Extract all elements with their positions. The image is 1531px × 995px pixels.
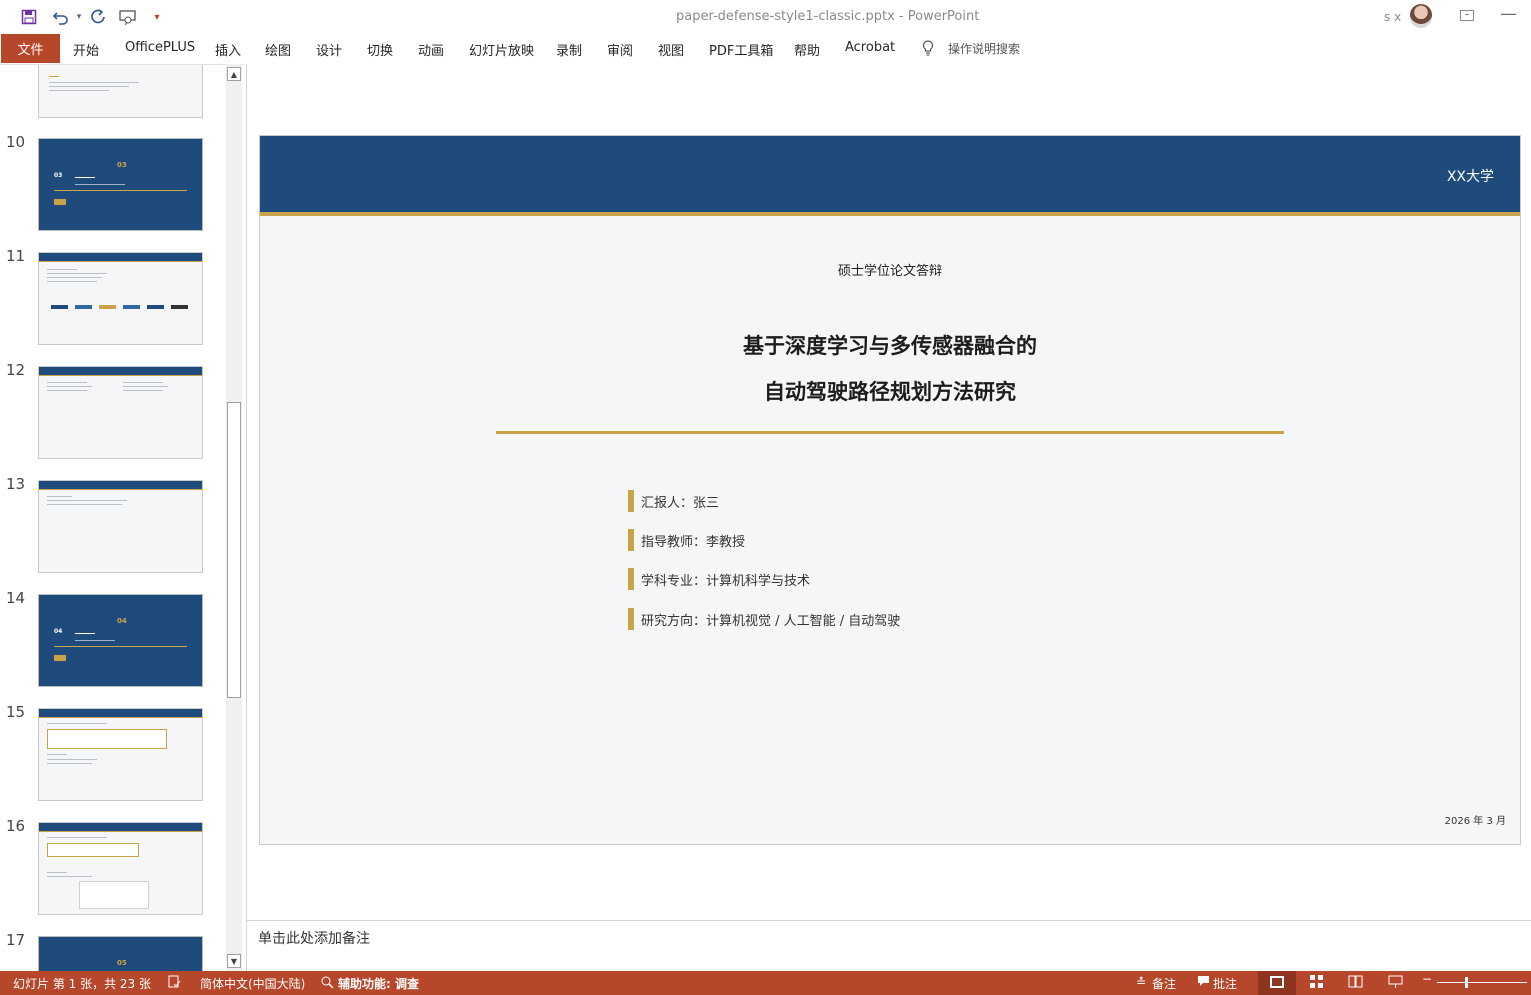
tab-record[interactable]: 录制 (556, 40, 582, 59)
info-accent-bar (628, 608, 634, 630)
slide-number: 15 (6, 703, 26, 721)
title-bar: ▾ ▾ paper-defense-style1-classic.pptx - … (0, 0, 1531, 34)
notes-toggle-icon[interactable]: ≛ (1136, 975, 1146, 989)
slide-date[interactable]: 2026 年 3 月 (1445, 812, 1506, 827)
normal-view-icon (1270, 976, 1284, 988)
university-name[interactable]: XX大学 (1447, 166, 1494, 186)
tab-animations[interactable]: 动画 (418, 40, 444, 59)
zoom-slider-handle[interactable] (1465, 977, 1468, 988)
slide-number: 16 (6, 817, 26, 835)
present-from-start-icon[interactable] (117, 6, 139, 28)
info-text: 指导教师：李教授 (641, 534, 746, 550)
ribbon-display-options-icon[interactable] (1460, 10, 1474, 21)
slide-thumbnail-pane: 10 03 03 11 12 13 14 04 04 15 16 17 05 (0, 64, 244, 971)
notes-placeholder[interactable]: 单击此处添加备注 (258, 928, 370, 948)
avatar[interactable] (1410, 4, 1432, 28)
tab-insert[interactable]: 插入 (215, 40, 241, 59)
title-divider-line (496, 431, 1284, 434)
tab-help[interactable]: 帮助 (794, 40, 820, 59)
current-slide[interactable]: XX大学 硕士学位论文答辩 基于深度学习与多传感器融合的 自动驾驶路径规划方法研… (259, 135, 1521, 845)
slide-number: 13 (6, 475, 26, 493)
section-number: 03 (54, 172, 63, 179)
slide-counter[interactable]: 幻灯片 第 1 张，共 23 张 (13, 975, 151, 992)
info-item-advisor[interactable]: 指导教师：李教授 (628, 529, 745, 551)
slide-number: 17 (6, 931, 26, 949)
slide-thumbnail[interactable] (38, 252, 203, 345)
info-item-major[interactable]: 学科专业：计算机科学与技术 (628, 568, 810, 590)
save-icon[interactable] (18, 6, 40, 28)
slide-header-band: XX大学 (260, 136, 1520, 216)
slide-thumbnail[interactable] (38, 65, 203, 118)
info-text: 学科专业：计算机科学与技术 (641, 573, 811, 589)
spellcheck-icon[interactable] (168, 975, 182, 992)
minimize-icon[interactable]: — (1500, 4, 1517, 24)
scroll-thumb[interactable] (227, 402, 241, 698)
tab-transitions[interactable]: 切换 (367, 40, 393, 59)
scroll-up-icon[interactable]: ▲ (227, 67, 241, 81)
status-bar: 幻灯片 第 1 张，共 23 张 简体中文(中国大陆) 辅助功能: 调查 ≛ 备… (0, 971, 1531, 995)
slide-thumbnail[interactable]: 05 (38, 936, 203, 971)
document-title: paper-defense-style1-classic.pptx - Powe… (676, 9, 980, 24)
comments-button[interactable]: 批注 (1213, 975, 1237, 992)
thumbnail-scrollbar[interactable]: ▲ ▼ (226, 64, 242, 971)
section-number: 03 (117, 161, 127, 169)
slide-title-line-1[interactable]: 基于深度学习与多传感器融合的 (260, 330, 1520, 360)
slideshow-view-icon[interactable] (1388, 974, 1403, 992)
accessibility-icon[interactable] (320, 975, 334, 992)
redo-icon[interactable] (87, 6, 109, 28)
tab-pdf-toolbox[interactable]: PDF工具箱 (709, 40, 773, 59)
tab-file[interactable]: 文件 (1, 34, 60, 63)
tab-review[interactable]: 审阅 (607, 40, 633, 59)
user-name[interactable]: s x (1384, 10, 1401, 24)
customize-qat-icon[interactable]: ▾ (146, 6, 168, 28)
slide-thumbnail[interactable]: 04 04 (38, 594, 203, 687)
slide-number: 11 (6, 247, 26, 265)
zoom-slider[interactable] (1437, 982, 1527, 983)
section-number: 04 (117, 617, 127, 625)
tell-me-search[interactable]: 操作说明搜索 (948, 40, 1020, 57)
info-accent-bar (628, 529, 634, 551)
slide-sorter-view-icon[interactable] (1309, 974, 1324, 992)
info-item-presenter[interactable]: 汇报人：张三 (628, 490, 719, 512)
tab-design[interactable]: 设计 (316, 40, 342, 59)
info-text: 研究方向：计算机视觉 / 人工智能 / 自动驾驶 (641, 613, 901, 629)
section-number: 04 (54, 628, 63, 635)
language-indicator[interactable]: 简体中文(中国大陆) (200, 975, 305, 992)
scroll-down-icon[interactable]: ▼ (227, 954, 241, 968)
info-accent-bar (628, 490, 634, 512)
tab-slideshow[interactable]: 幻灯片放映 (469, 40, 534, 59)
ribbon-tabs: 文件 开始 OfficePLUS 插入 绘图 设计 切换 动画 幻灯片放映 录制… (0, 34, 1531, 64)
slide-subtitle[interactable]: 硕士学位论文答辩 (260, 260, 1520, 279)
slide-thumbnail[interactable] (38, 366, 203, 459)
zoom-out-icon[interactable]: − (1422, 972, 1432, 986)
tab-home[interactable]: 开始 (73, 40, 99, 59)
slide-number: 10 (6, 133, 26, 151)
tab-draw[interactable]: 绘图 (265, 40, 291, 59)
notes-divider[interactable] (247, 920, 1531, 921)
normal-view-button[interactable] (1258, 971, 1296, 995)
info-item-research-direction[interactable]: 研究方向：计算机视觉 / 人工智能 / 自动驾驶 (628, 608, 900, 630)
tab-view[interactable]: 视图 (658, 40, 684, 59)
lightbulb-icon (923, 40, 933, 56)
info-text: 汇报人：张三 (641, 495, 720, 511)
slide-number: 14 (6, 589, 26, 607)
reading-view-icon[interactable] (1348, 974, 1363, 992)
tab-officeplus[interactable]: OfficePLUS (125, 40, 195, 55)
slide-thumbnail[interactable] (38, 708, 203, 801)
slide-number: 12 (6, 361, 26, 379)
slide-thumbnail[interactable] (38, 822, 203, 915)
slide-thumbnail[interactable]: 03 03 (38, 138, 203, 231)
notes-toggle-button[interactable]: 备注 (1152, 975, 1176, 992)
section-number: 05 (117, 959, 127, 967)
comments-icon[interactable] (1197, 975, 1210, 990)
slide-editing-area: XX大学 硕士学位论文答辩 基于深度学习与多传感器融合的 自动驾驶路径规划方法研… (247, 64, 1531, 920)
tab-acrobat[interactable]: Acrobat (845, 40, 895, 55)
info-accent-bar (628, 568, 634, 590)
slide-title-line-2[interactable]: 自动驾驶路径规划方法研究 (260, 376, 1520, 406)
accessibility-status[interactable]: 辅助功能: 调查 (338, 975, 419, 992)
slide-thumbnail[interactable] (38, 480, 203, 573)
